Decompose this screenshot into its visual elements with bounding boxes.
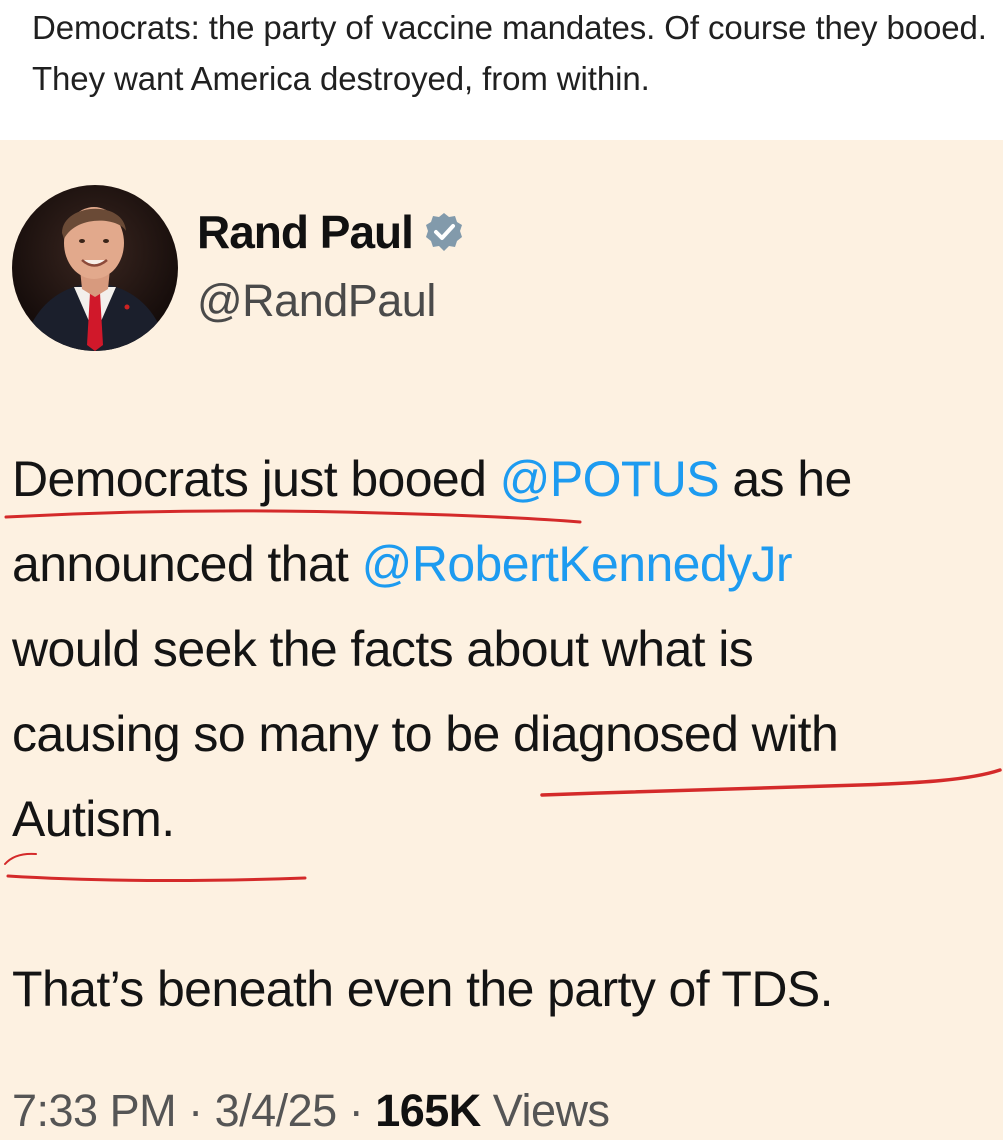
tweet-line-2: announced that @RobertKennedyJr	[12, 522, 1002, 607]
avatar[interactable]	[12, 185, 178, 351]
mention-robertkennedyjr-link[interactable]: @RobertKennedyJr	[362, 536, 793, 592]
meta-separator: ·	[176, 1085, 215, 1136]
tweet-text: Democrats just booed @POTUS as he announ…	[12, 437, 1002, 1032]
tweet-line-1: Democrats just booed @POTUS as he	[12, 437, 1002, 522]
tweet-line-4: causing so many to be diagnosed with	[12, 706, 839, 762]
tweet-text-segment: Democrats just booed	[12, 451, 500, 507]
author-display-name[interactable]: Rand Paul	[197, 205, 414, 259]
tweet-time[interactable]: 7:33 PM	[12, 1085, 177, 1136]
tweet-line-7: That’s beneath even the party of TDS.	[12, 961, 834, 1017]
views-count: 165K	[375, 1085, 481, 1136]
tweet-meta: 7:33 PM · 3/4/25 · 165K Views	[12, 1085, 610, 1137]
meta-separator: ·	[336, 1085, 376, 1136]
tweet-line-3: would seek the facts about what is	[12, 621, 754, 677]
tweet-card: Rand Paul @RandPaul Democrats just booed…	[0, 140, 1003, 1140]
author-handle[interactable]: @RandPaul	[197, 275, 436, 327]
tweet-text-segment: announced that	[12, 536, 362, 592]
verified-badge-icon	[423, 211, 465, 253]
post-caption: Democrats: the party of vaccine mandates…	[0, 0, 1003, 140]
tweet-text-segment: as he	[719, 451, 852, 507]
tweet-line-5: Autism.	[12, 791, 175, 847]
tweet-date[interactable]: 3/4/25	[215, 1085, 338, 1136]
views-label: Views	[480, 1085, 610, 1136]
author-name-row: Rand Paul	[197, 202, 465, 262]
caption-text: Democrats: the party of vaccine mandates…	[32, 9, 987, 97]
mention-potus-link[interactable]: @POTUS	[500, 451, 720, 507]
avatar-portrait-icon	[22, 207, 168, 351]
